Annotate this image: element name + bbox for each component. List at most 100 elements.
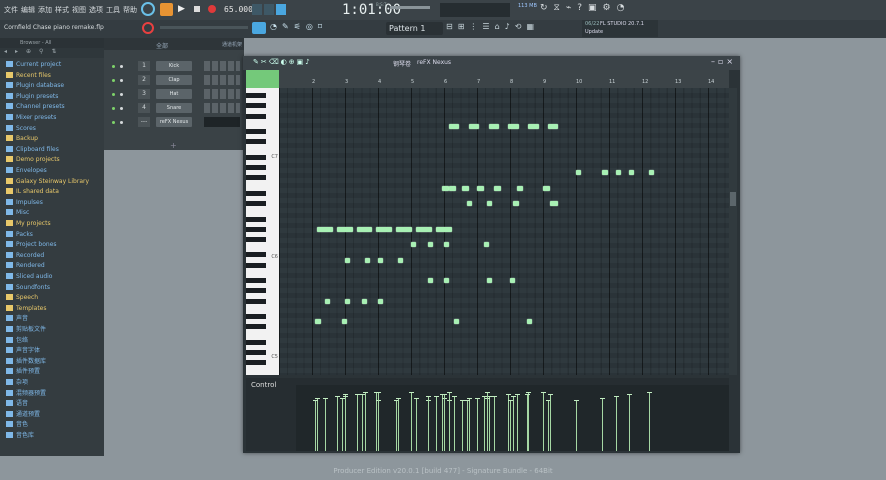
- add-channel-button[interactable]: +: [170, 141, 177, 150]
- note[interactable]: [345, 298, 351, 304]
- browser-item[interactable]: 混频器预置: [6, 389, 46, 399]
- channel-pan-knob[interactable]: [120, 79, 123, 82]
- step-sequencer[interactable]: [204, 89, 240, 99]
- velocity-bar[interactable]: [549, 395, 551, 451]
- browser-item[interactable]: Plugin presets: [6, 92, 58, 102]
- mixer-track-number[interactable]: 3: [138, 89, 150, 99]
- note[interactable]: [549, 201, 558, 207]
- velocity-handle[interactable]: [343, 394, 348, 395]
- note[interactable]: [547, 123, 559, 129]
- channel-name-button[interactable]: reFX Nexus: [156, 117, 192, 127]
- velocity-handle[interactable]: [343, 396, 348, 397]
- note[interactable]: [415, 226, 432, 232]
- channel-filter[interactable]: 全部: [156, 41, 168, 50]
- note[interactable]: [543, 185, 550, 191]
- note[interactable]: [427, 278, 433, 284]
- browser-item[interactable]: Soundfonts: [6, 283, 50, 293]
- note[interactable]: [628, 170, 635, 176]
- browser-item[interactable]: Mixer presets: [6, 113, 56, 123]
- velocity-bar[interactable]: [513, 397, 515, 451]
- black-key[interactable]: [246, 103, 266, 109]
- note[interactable]: [448, 123, 460, 129]
- velocity-bar[interactable]: [526, 395, 528, 451]
- browser-item[interactable]: Recent files: [6, 71, 51, 81]
- browser-item[interactable]: Sliced audio: [6, 272, 52, 282]
- browser-item[interactable]: Project bones: [6, 240, 57, 250]
- note[interactable]: [411, 242, 417, 248]
- browser-item[interactable]: Recorded: [6, 251, 44, 261]
- velocity-bar[interactable]: [325, 399, 327, 451]
- velocity-handle[interactable]: [362, 392, 368, 393]
- note[interactable]: [444, 278, 450, 284]
- channel-name-button[interactable]: Clap: [156, 75, 192, 85]
- global-tool-icons[interactable]: ↻⧖⌁?▣⚙◔: [540, 3, 650, 16]
- menu-patterns[interactable]: 样式: [55, 5, 69, 15]
- note[interactable]: [376, 226, 393, 232]
- velocity-handle[interactable]: [313, 400, 319, 401]
- black-key[interactable]: [246, 139, 266, 145]
- menu-edit[interactable]: 编辑: [21, 5, 35, 15]
- piano-keys[interactable]: C7 C6 C5: [246, 88, 279, 375]
- velocity-handle[interactable]: [475, 398, 480, 399]
- note[interactable]: [396, 226, 412, 232]
- snap-and-tool-icons[interactable]: ◔✎⚟◎⌑: [270, 22, 380, 34]
- mixer-track-number[interactable]: ---: [138, 117, 150, 127]
- velocity-handle[interactable]: [433, 396, 439, 397]
- note[interactable]: [325, 298, 331, 304]
- velocity-bar[interactable]: [477, 399, 478, 451]
- note[interactable]: [526, 319, 532, 325]
- browser-item[interactable]: My projects: [6, 219, 51, 229]
- browser-item[interactable]: 剪贴板文件: [6, 325, 46, 335]
- window-shortcut-icons[interactable]: ⊟⊞⋮☰⌂♪⟲▦: [446, 22, 576, 34]
- browser-item[interactable]: Backup: [6, 134, 38, 144]
- channel-pan-knob[interactable]: [120, 121, 123, 124]
- velocity-handle[interactable]: [376, 392, 381, 393]
- velocity-handle[interactable]: [541, 392, 546, 393]
- menu-view[interactable]: 视图: [72, 5, 86, 15]
- note[interactable]: [467, 201, 473, 207]
- note[interactable]: [361, 298, 367, 304]
- browser-item[interactable]: 通道预置: [6, 410, 40, 420]
- metronome-buttons[interactable]: [252, 4, 292, 16]
- velocity-handle[interactable]: [574, 400, 579, 401]
- velocity-bar[interactable]: [462, 401, 464, 451]
- note[interactable]: [378, 257, 384, 263]
- note[interactable]: [397, 257, 404, 263]
- browser-item[interactable]: Packs: [6, 230, 33, 240]
- velocity-bar[interactable]: [528, 393, 530, 451]
- browser-item[interactable]: Speech: [6, 293, 38, 303]
- black-key[interactable]: [246, 278, 266, 284]
- browser-item[interactable]: Current project: [6, 60, 61, 70]
- channel-mute-led[interactable]: [112, 93, 115, 96]
- step-sequencer[interactable]: [204, 61, 240, 71]
- velocity-bar[interactable]: [444, 395, 445, 451]
- black-key[interactable]: [246, 252, 266, 258]
- browser-item[interactable]: Clipboard files: [6, 145, 59, 155]
- note[interactable]: [315, 319, 321, 325]
- note[interactable]: [486, 278, 493, 284]
- channel-mute-led[interactable]: [112, 79, 115, 82]
- velocity-handle[interactable]: [511, 396, 517, 397]
- black-key[interactable]: [246, 129, 266, 135]
- browser-item[interactable]: Templates: [6, 304, 47, 314]
- note[interactable]: [516, 185, 524, 191]
- mixer-track-number[interactable]: 2: [138, 75, 150, 85]
- black-key[interactable]: [246, 298, 266, 304]
- velocity-bar[interactable]: [415, 399, 417, 451]
- velocity-bar[interactable]: [435, 397, 437, 451]
- channel-pan-knob[interactable]: [120, 65, 123, 68]
- channel-mute-led[interactable]: [112, 121, 115, 124]
- browser-item[interactable]: Galaxy Steinway Library: [6, 177, 89, 187]
- velocity-handle[interactable]: [466, 398, 472, 399]
- note[interactable]: [442, 185, 449, 191]
- velocity-bar[interactable]: [453, 397, 455, 451]
- note[interactable]: [528, 123, 539, 129]
- velocity-handle[interactable]: [506, 394, 512, 395]
- note[interactable]: [378, 298, 384, 304]
- note[interactable]: [483, 242, 489, 248]
- menu-add[interactable]: 添加: [38, 5, 52, 15]
- channel-mute-led[interactable]: [112, 65, 115, 68]
- menu-options[interactable]: 选项: [89, 5, 103, 15]
- velocity-bar[interactable]: [488, 397, 490, 451]
- velocity-handle[interactable]: [442, 394, 447, 395]
